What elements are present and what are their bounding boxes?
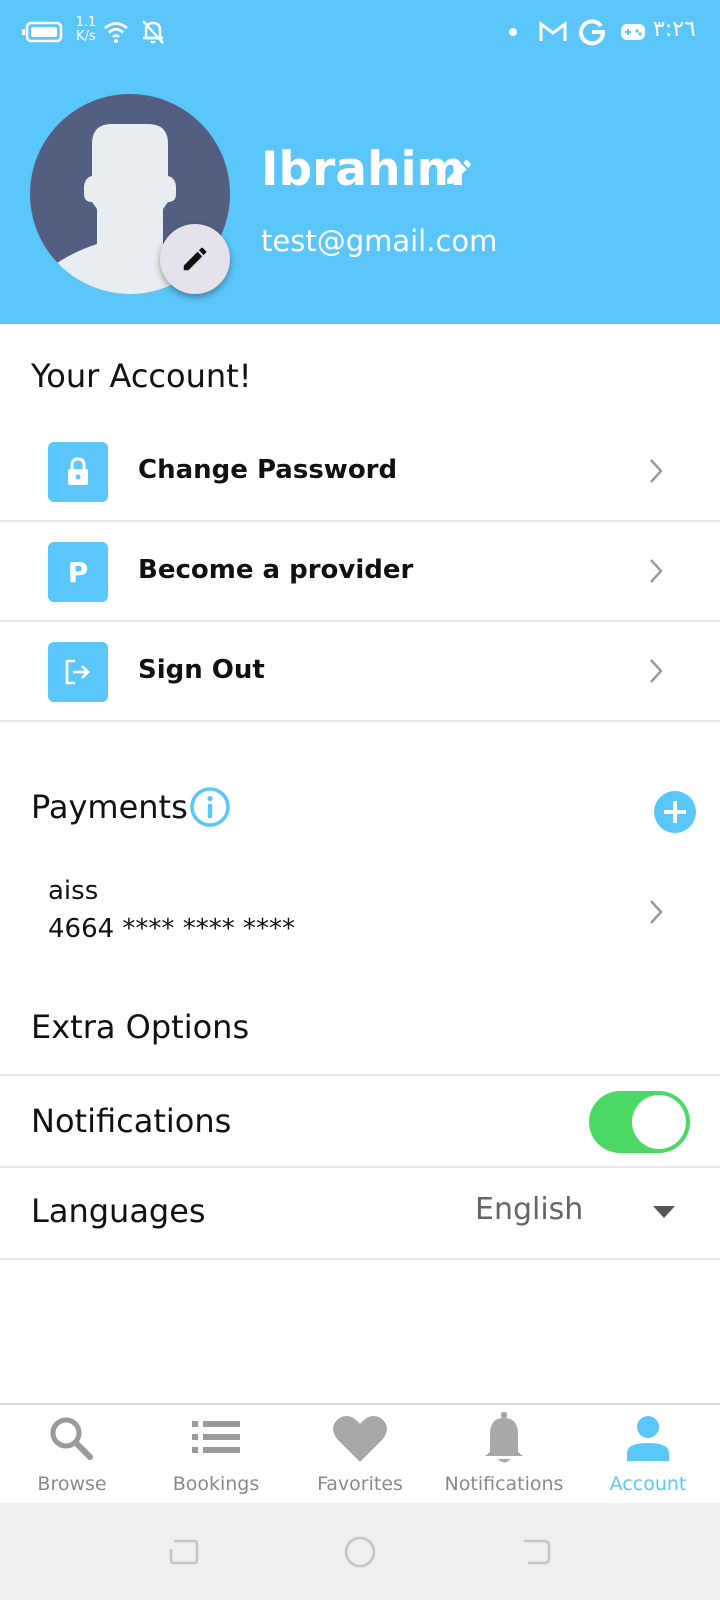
p-icon-letter: P	[67, 555, 89, 589]
heart-icon	[333, 1415, 387, 1462]
nav-bookings-label: Bookings	[172, 1473, 260, 1495]
bottom-nav: Browse Bookings Favorites Notifications …	[0, 1403, 720, 1505]
card-number: 4664 **** **** ****	[48, 914, 295, 944]
chevron-right-icon	[650, 459, 663, 483]
profile-name: Ibrahim	[261, 142, 466, 197]
change-password-label: Change Password	[138, 455, 398, 485]
pencil-icon	[183, 247, 207, 271]
battery-icon	[22, 21, 63, 43]
info-icon[interactable]	[189, 786, 231, 828]
status-time: ٣:٢٦	[653, 17, 696, 42]
dropdown-arrow-icon	[653, 1206, 675, 1218]
nav-favorites-label: Favorites	[317, 1473, 403, 1495]
recent-apps-icon[interactable]	[168, 1537, 200, 1567]
nav-notifications-label: Notifications	[444, 1473, 564, 1495]
chevron-right-icon	[650, 900, 663, 924]
chevron-right-icon	[650, 659, 663, 683]
lock-icon-tile	[48, 442, 108, 502]
add-payment-icon[interactable]	[653, 790, 697, 834]
change-password-row[interactable]: Change Password	[0, 421, 720, 522]
language-dropdown[interactable]: English	[475, 1168, 695, 1258]
network-speed: 1.1 K/s	[73, 16, 99, 44]
notifications-toggle[interactable]	[589, 1091, 690, 1153]
list-icon	[192, 1421, 240, 1453]
profile-header: 1.1 K/s ٣:٢٦ Ibrahim test@gmail.com	[0, 0, 720, 324]
extra-options-title: Extra Options	[31, 1008, 250, 1046]
payments-title: Payments	[31, 788, 188, 826]
bell-icon	[485, 1412, 523, 1463]
profile-email: test@gmail.com	[261, 224, 498, 258]
edit-name-icon[interactable]	[443, 156, 475, 188]
search-icon	[50, 1417, 93, 1460]
dot-icon	[509, 28, 517, 36]
card-holder: aiss	[48, 876, 99, 906]
payment-card-row[interactable]: aiss 4664 **** **** ****	[0, 862, 720, 962]
back-icon[interactable]	[520, 1537, 552, 1567]
become-provider-label: Become a provider	[138, 555, 414, 585]
languages-row: Languages English	[0, 1168, 720, 1258]
system-nav-bar	[0, 1503, 720, 1600]
languages-label: Languages	[31, 1192, 206, 1230]
p-icon: P	[48, 542, 108, 602]
game-icon	[621, 24, 645, 40]
network-speed-unit: K/s	[76, 29, 96, 44]
network-speed-value: 1.1	[75, 15, 97, 30]
notifications-off-icon	[142, 20, 164, 44]
nav-account[interactable]: Account	[576, 1405, 720, 1505]
nav-browse-label: Browse	[37, 1473, 107, 1495]
nav-browse[interactable]: Browse	[0, 1405, 144, 1505]
nav-notifications[interactable]: Notifications	[432, 1405, 576, 1505]
nav-bookings[interactable]: Bookings	[144, 1405, 288, 1505]
nav-favorites[interactable]: Favorites	[288, 1405, 432, 1505]
become-provider-row[interactable]: P Become a provider	[0, 521, 720, 622]
account-section-title: Your Account!	[31, 357, 252, 395]
divider	[0, 1258, 720, 1260]
sign-out-label: Sign Out	[138, 655, 265, 685]
person-icon	[627, 1416, 669, 1461]
sign-out-icon	[65, 659, 90, 685]
notifications-label: Notifications	[31, 1102, 232, 1140]
nav-account-label: Account	[609, 1473, 687, 1495]
lock-icon	[68, 457, 88, 485]
toggle-knob	[632, 1095, 686, 1149]
home-icon[interactable]	[343, 1535, 377, 1569]
language-selected: English	[475, 1192, 584, 1227]
wifi-icon	[104, 22, 128, 43]
gmail-icon	[539, 21, 567, 41]
sign-out-row[interactable]: Sign Out	[0, 621, 720, 722]
chevron-right-icon	[650, 559, 663, 583]
google-icon	[579, 19, 606, 46]
sign-out-icon-tile	[48, 642, 108, 702]
avatar-edit-button[interactable]	[160, 224, 230, 294]
